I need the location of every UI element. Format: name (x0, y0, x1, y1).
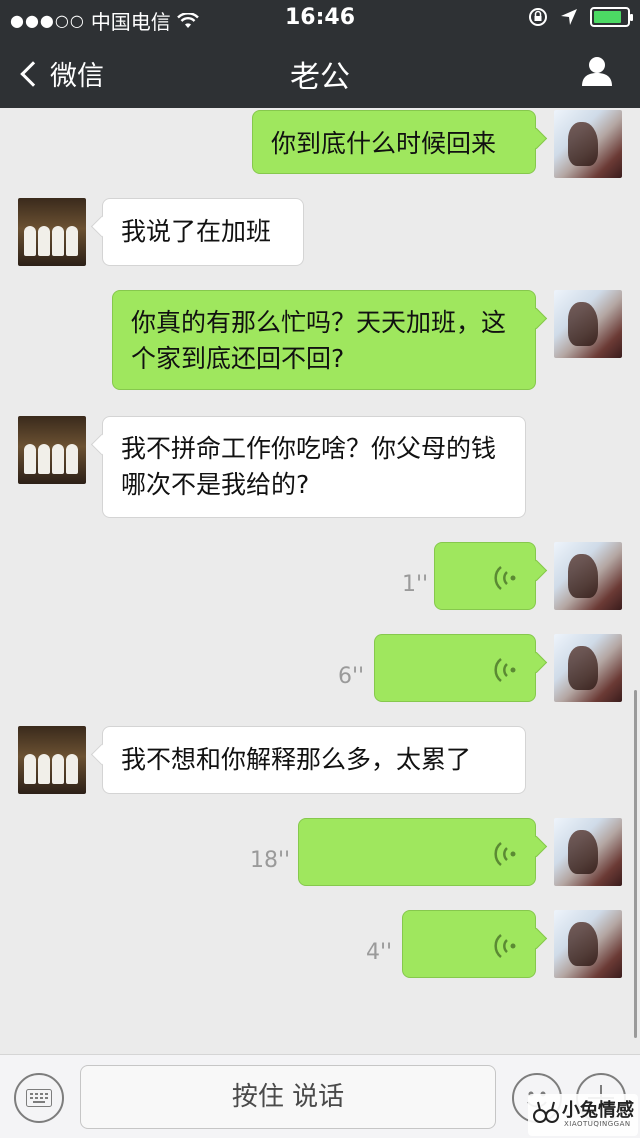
voice-message-bubble[interactable] (434, 542, 536, 610)
message-bubble-received[interactable]: 我不想和你解释那么多，太累了 (102, 726, 526, 794)
voice-message-bubble[interactable] (298, 818, 536, 886)
message-text: 你真的有那么忙吗？天天加班，这个家到底还回不回? (131, 308, 507, 373)
watermark-logo: 小兔情感 XIAOTUQINGGAN (528, 1094, 638, 1136)
my-avatar[interactable] (554, 910, 622, 978)
watermark-subtitle: XIAOTUQINGGAN (564, 1120, 631, 1128)
status-right (528, 7, 633, 27)
chat-scrollbar[interactable] (634, 690, 637, 1038)
rabbit-glasses-icon (533, 1101, 559, 1123)
my-avatar[interactable] (554, 110, 622, 178)
voice-duration: 1'' (402, 572, 429, 597)
message-bubble-sent[interactable]: 你到底什么时候回来 (252, 110, 536, 174)
voice-message-bubble[interactable] (402, 910, 536, 978)
message-text: 我说了在加班 (121, 217, 272, 246)
rotation-lock-icon (529, 8, 547, 26)
voice-duration: 18'' (250, 848, 291, 873)
voice-duration: 4'' (366, 940, 393, 965)
battery-icon (590, 7, 633, 27)
navigation-bar: 微信 老公 (0, 36, 640, 108)
contact-profile-icon[interactable] (580, 54, 614, 88)
my-avatar[interactable] (554, 542, 622, 610)
voice-wave-icon (494, 566, 516, 590)
keyboard-icon (26, 1089, 52, 1107)
keyboard-toggle-button[interactable] (14, 1073, 64, 1123)
message-text: 你到底什么时候回来 (271, 129, 497, 158)
message-text: 我不想和你解释那么多，太累了 (121, 745, 472, 774)
watermark-name: 小兔情感 (562, 1100, 634, 1121)
contact-avatar[interactable] (18, 198, 86, 266)
message-text: 我不拼命工作你吃啥？你父母的钱哪次不是我给的? (121, 434, 497, 499)
status-bar: ●●●○○ 中国电信 16:46 (0, 0, 640, 36)
message-bubble-received[interactable]: 我不拼命工作你吃啥？你父母的钱哪次不是我给的? (102, 416, 526, 518)
message-bubble-sent[interactable]: 你真的有那么忙吗？天天加班，这个家到底还回不回? (112, 290, 536, 390)
my-avatar[interactable] (554, 634, 622, 702)
chat-title: 老公 (290, 60, 350, 95)
chat-area[interactable]: 你到底什么时候回来 我说了在加班 你真的有那么忙吗？天天加班，这个家到底还回不回… (0, 108, 640, 1054)
my-avatar[interactable] (554, 290, 622, 358)
top-bar: ●●●○○ 中国电信 16:46 微信 老公 (0, 0, 640, 108)
voice-message-bubble[interactable] (374, 634, 536, 702)
my-avatar[interactable] (554, 818, 622, 886)
contact-avatar[interactable] (18, 416, 86, 484)
voice-wave-icon (494, 934, 516, 958)
voice-duration: 6'' (338, 664, 365, 689)
voice-wave-icon (494, 842, 516, 866)
message-bubble-received[interactable]: 我说了在加班 (102, 198, 304, 266)
contact-avatar[interactable] (18, 726, 86, 794)
location-arrow-icon (561, 9, 577, 25)
voice-wave-icon (494, 658, 516, 682)
hold-to-talk-button[interactable]: 按住 说话 (80, 1065, 496, 1129)
